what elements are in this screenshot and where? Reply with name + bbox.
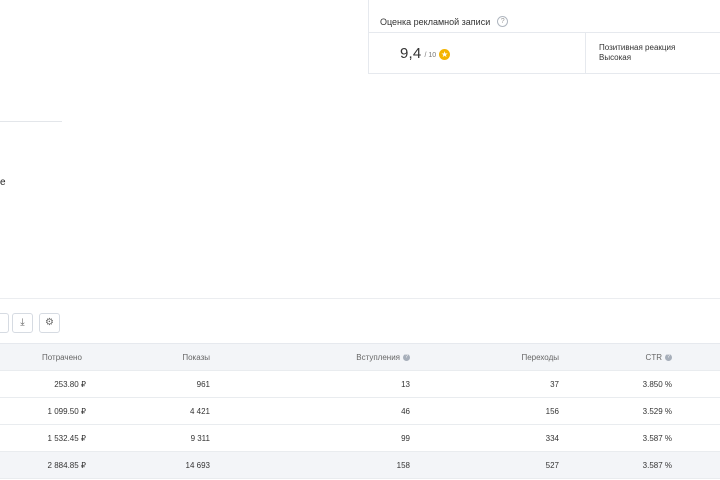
column-header-ctr-label: CTR [645, 352, 662, 362]
reaction-box: Позитивная реакция Высокая [586, 33, 675, 73]
stats-table: Потрачено Показы Вступления? Переходы CT… [0, 343, 720, 479]
info-icon[interactable]: ? [665, 353, 672, 361]
total-joins: 158 [396, 460, 410, 470]
star-badge-icon: ★ [439, 49, 451, 60]
cell-ctr: 3.850 % [642, 379, 672, 389]
download-icon: ⤓ [20, 317, 25, 328]
column-header-joins[interactable]: Вступления? [250, 344, 410, 370]
table-header: Потрачено Показы Вступления? Переходы CT… [0, 343, 720, 371]
cell-clicks: 334 [545, 433, 559, 443]
ad-score-card: Оценка рекламной записи ? 9,4 / 10 ★ Поз… [368, 0, 720, 74]
download-button[interactable]: ⤓ [12, 313, 33, 333]
column-header-ctr[interactable]: CTR? [580, 344, 672, 370]
info-icon[interactable]: ? [403, 353, 410, 361]
column-header-spent[interactable]: Потрачено [42, 344, 82, 370]
cell-ctr: 3.529 % [642, 406, 672, 416]
table-total-row: 2 884.85 ₽ 14 693 158 527 3.587 % [0, 452, 720, 479]
cell-ctr: 3.587 % [642, 433, 672, 443]
cell-joins: 99 [401, 433, 410, 443]
settings-button[interactable]: ⚙ [39, 313, 60, 333]
cell-impressions: 9 311 [190, 433, 210, 443]
gear-icon: ⚙ [45, 317, 54, 328]
column-header-joins-label: Вступления [356, 352, 400, 362]
cell-clicks: 37 [550, 379, 559, 389]
cell-impressions: 4 421 [189, 406, 210, 416]
ad-score-header: Оценка рекламной записи ? [369, 0, 720, 33]
truncated-text: е [0, 177, 6, 188]
score-value-box: 9,4 / 10 ★ [369, 33, 586, 73]
column-header-clicks[interactable]: Переходы [430, 344, 559, 370]
toolbar-button-partial[interactable] [0, 313, 9, 333]
cell-clicks: 156 [545, 406, 559, 416]
ad-score-body: 9,4 / 10 ★ Позитивная реакция Высокая [369, 33, 720, 73]
total-ctr: 3.587 % [642, 460, 672, 470]
table-row: 253.80 ₽ 961 13 37 3.850 % [0, 371, 720, 398]
table-row: 1 532.45 ₽ 9 311 99 334 3.587 % [0, 425, 720, 452]
reaction-value: Высокая [599, 53, 632, 62]
ad-score-title: Оценка рекламной записи [380, 16, 491, 27]
cell-impressions: 961 [196, 379, 210, 389]
score-max: / 10 [424, 51, 437, 59]
cell-joins: 13 [401, 379, 410, 389]
table-row: 1 099.50 ₽ 4 421 46 156 3.529 % [0, 398, 720, 425]
column-header-impressions[interactable]: Показы [100, 344, 210, 370]
cell-spent: 1 532.45 ₽ [47, 433, 86, 443]
toolbar-divider [0, 298, 720, 299]
total-clicks: 527 [545, 460, 559, 470]
cell-spent: 253.80 ₽ [54, 379, 86, 389]
help-icon[interactable]: ? [497, 16, 509, 27]
cell-joins: 46 [401, 406, 410, 416]
score-value: 9,4 [400, 44, 422, 62]
section-divider [0, 121, 62, 122]
cell-spent: 1 099.50 ₽ [47, 406, 86, 416]
reaction-label: Позитивная реакция [599, 43, 676, 52]
total-spent: 2 884.85 ₽ [47, 460, 86, 470]
total-impressions: 14 693 [185, 460, 210, 470]
